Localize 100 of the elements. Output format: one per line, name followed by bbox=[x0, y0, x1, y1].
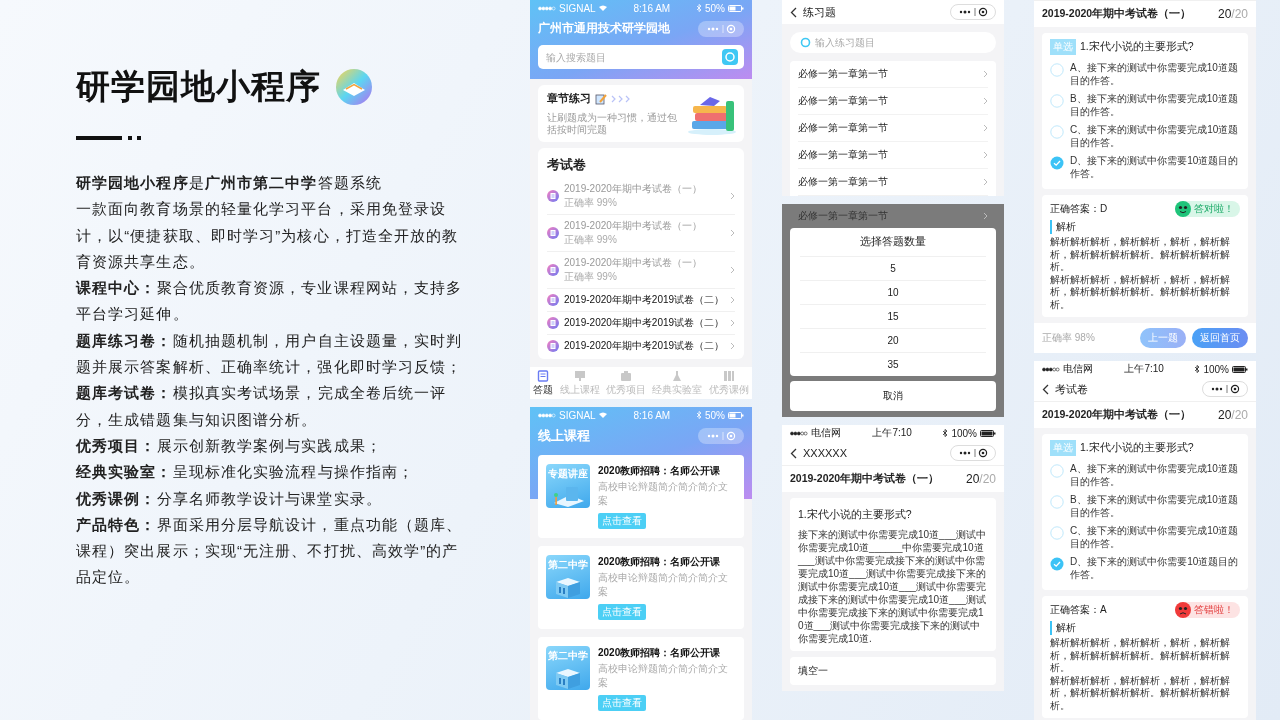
battery-icon bbox=[728, 4, 744, 12]
radio-icon[interactable] bbox=[1050, 94, 1064, 108]
exam-item[interactable]: 2019-2020年期中考2019试卷（二） bbox=[547, 312, 735, 335]
battery-text: 50% bbox=[705, 2, 725, 14]
analysis-text: 解析解析解析，解析解析，解析，解析解析，解析解析解析解析。解析解析解析解析。 bbox=[1050, 637, 1231, 675]
radio-icon[interactable] bbox=[1050, 125, 1064, 139]
back-icon[interactable] bbox=[1042, 383, 1049, 395]
description-text: 产品特色：界面采用分层导航设计，重点功能（题库、课程）突出展示；实现“无注册、不打扰、高效学”的产品定位。 bbox=[76, 514, 464, 588]
answer-option[interactable]: C、接下来的测试中你需要完成10道题目的作答。 bbox=[1050, 121, 1240, 152]
exam-title: 2019-2020年期中考2019试卷（二） bbox=[564, 293, 725, 307]
accuracy-text: 正确率 98% bbox=[1042, 331, 1095, 345]
thumbnail-label: 第二中学 bbox=[548, 558, 588, 572]
count-option[interactable]: 5 bbox=[800, 257, 986, 281]
chevron-right-icon bbox=[730, 192, 735, 200]
battery-text: 100% bbox=[1203, 363, 1229, 375]
search-icon[interactable] bbox=[722, 49, 738, 65]
capsule-menu-button[interactable] bbox=[1202, 381, 1248, 397]
books-icon[interactable] bbox=[722, 370, 735, 382]
monitor-icon[interactable] bbox=[573, 370, 586, 382]
course-card[interactable]: 专题讲座 2020教师招聘：名师公开课 高校申论辩题简介简介简介文案 点击查看 bbox=[538, 455, 744, 538]
search-field[interactable]: 输入搜索题目 bbox=[546, 51, 722, 63]
document-icon bbox=[547, 190, 559, 202]
capsule-menu-button[interactable] bbox=[950, 4, 996, 20]
accuracy-text: 正确率 99% bbox=[564, 196, 618, 210]
answer-option[interactable]: B、接下来的测试中你需要完成10道题目的作答。 bbox=[1050, 491, 1240, 522]
course-card[interactable]: 第二中学 2020教师招聘：名师公开课 高校申论辩题简介简介简介文案 点击查看 bbox=[538, 637, 744, 720]
chevron-right-icon bbox=[983, 97, 988, 105]
nav-title: 考试卷 bbox=[1055, 381, 1089, 397]
briefcase-icon[interactable] bbox=[620, 370, 632, 382]
question-type-tag: 单选 bbox=[1050, 440, 1076, 456]
bluetooth-icon bbox=[1195, 365, 1201, 373]
battery-text: 50% bbox=[705, 409, 725, 421]
paper-title: 2019-2020年期中考试卷（一） bbox=[1042, 408, 1192, 422]
back-icon[interactable] bbox=[790, 447, 797, 459]
exam-item[interactable]: 2019-2020年期中考2019试卷（二） bbox=[547, 289, 735, 312]
chapter-item[interactable]: 必修一第一章第一节 bbox=[798, 88, 988, 115]
wifi-icon bbox=[598, 5, 607, 11]
radio-icon[interactable] bbox=[1050, 526, 1064, 540]
chevron-right-icon bbox=[730, 266, 735, 274]
capsule-menu-button[interactable] bbox=[950, 445, 996, 461]
verdict-badge: 答对啦！ bbox=[1175, 201, 1240, 217]
question-title: 1.宋代小说的主要形式? bbox=[798, 507, 913, 522]
chevron-right-icon bbox=[730, 319, 735, 327]
search-bar[interactable]: 输入搜索题目 bbox=[538, 45, 744, 69]
search-bar[interactable]: 输入练习题目 bbox=[790, 32, 996, 53]
carrier-text: SIGNAL bbox=[559, 409, 596, 421]
search-field[interactable]: 输入练习题目 bbox=[815, 37, 986, 48]
page-heading: 线上课程 bbox=[538, 427, 590, 445]
notebook-icon bbox=[595, 92, 607, 105]
answer-option[interactable]: C、接下来的测试中你需要完成10道题目的作答。 bbox=[1050, 522, 1240, 553]
notebook-icon[interactable] bbox=[537, 370, 550, 382]
count-option[interactable]: 20 bbox=[800, 329, 986, 353]
radio-icon[interactable] bbox=[1050, 464, 1064, 478]
answer-option[interactable]: A、接下来的测试中你需要完成10道题目的作答。 bbox=[1050, 59, 1240, 90]
carrier-text: 电信网 bbox=[811, 426, 841, 440]
course-title: 2020教师招聘：名师公开课 bbox=[598, 464, 721, 478]
status-time: 8:16 AM bbox=[633, 2, 671, 14]
document-icon bbox=[547, 294, 559, 306]
chapter-item[interactable]: 必修一第一章第一节 bbox=[798, 169, 988, 196]
tab-bar-item[interactable]: 答题 bbox=[530, 370, 557, 397]
radio-icon[interactable] bbox=[1050, 63, 1064, 77]
search-icon bbox=[800, 37, 811, 48]
cancel-button[interactable]: 取消 bbox=[790, 381, 996, 411]
radio-icon[interactable] bbox=[1050, 557, 1064, 571]
description-text: 优秀项目：展示创新教学案例与实践成果； bbox=[76, 435, 383, 456]
page-title: 研学园地小程序 bbox=[76, 66, 321, 107]
chapter-item[interactable]: 必修一第一章第一节 bbox=[798, 142, 988, 169]
radio-icon[interactable] bbox=[1050, 156, 1064, 170]
answer-option[interactable]: D、接下来的测试中你需要10道题目的作答。 bbox=[1050, 553, 1240, 584]
wifi-icon bbox=[598, 412, 607, 418]
battery-icon bbox=[1232, 365, 1248, 373]
thumbnail-label: 第二中学 bbox=[548, 649, 588, 663]
exam-item[interactable]: 2019-2020年期中考2019试卷（二） bbox=[547, 335, 735, 357]
count-option[interactable]: 10 bbox=[800, 281, 986, 305]
verdict-badge: 答错啦！ bbox=[1175, 602, 1240, 618]
chapter-item[interactable]: 必修一第一章第一节 bbox=[798, 61, 988, 88]
description-text: 一款面向教育场景的轻量化学习平台，采用免登录设计，以“便捷获取、即时学习”为核心，打造全开放的教育资源共享生态。 bbox=[76, 199, 460, 272]
chapter-item[interactable]: 必修一第一章第一节 bbox=[798, 115, 988, 142]
status-time: 8:16 AM bbox=[633, 409, 671, 421]
answer-option[interactable]: A、接下来的测试中你需要完成10道题目的作答。 bbox=[1050, 460, 1240, 491]
answer-option[interactable]: B、接下来的测试中你需要完成10道题目的作答。 bbox=[1050, 90, 1240, 121]
carrier-text: 电信网 bbox=[1063, 362, 1093, 376]
description-text: 课程中心：聚合优质教育资源，专业课程网站，支持多平台学习延伸。 bbox=[76, 278, 464, 325]
course-card[interactable]: 第二中学 2020教师招聘：名师公开课 高校申论辩题简介简介简介文案 点击查看 bbox=[538, 546, 744, 629]
question-counter: 20 bbox=[1217, 408, 1232, 422]
count-option[interactable]: 35 bbox=[800, 353, 986, 376]
back-icon[interactable] bbox=[790, 6, 797, 18]
battery-icon bbox=[980, 429, 996, 437]
correct-answer: 正确答案：A bbox=[1050, 603, 1107, 617]
signal-icon bbox=[790, 430, 808, 436]
answer-option[interactable]: D、接下来的测试中你需要10道题目的作答。 bbox=[1050, 152, 1240, 183]
course-description: 高校申论辩题简介简介简介文案 bbox=[598, 480, 729, 508]
flask-icon[interactable] bbox=[671, 370, 684, 382]
exam-title: 2019-2020年期中考2019试卷（二） bbox=[564, 339, 725, 353]
count-option[interactable]: 15 bbox=[800, 305, 986, 329]
bluetooth-icon bbox=[697, 4, 702, 12]
course-description: 高校申论辩题简介简介简介文案 bbox=[598, 662, 729, 690]
question-title: 1.宋代小说的主要形式? bbox=[1080, 441, 1194, 455]
nav-title: XXXXXX bbox=[803, 447, 849, 459]
radio-icon[interactable] bbox=[1050, 495, 1064, 509]
